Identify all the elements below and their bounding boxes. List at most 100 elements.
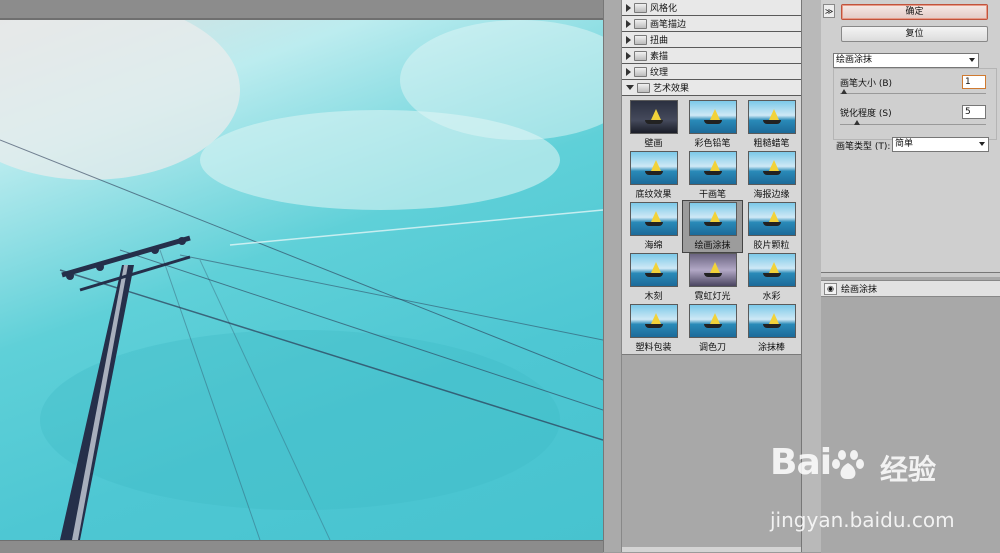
effect-sponge[interactable]: 海绵 [624,201,683,252]
effect-watercolor[interactable]: 水彩 [742,252,801,303]
filter-settings-panel: ≫ 确定 复位 绘画涂抹 画笔大小 (B) 1 锐化程度 (S) 5 画笔类型 … [821,0,1000,272]
preview-bottom-bar [0,540,603,553]
brush-size-slider[interactable] [840,93,986,94]
category-label: 素描 [650,52,669,62]
effect-preview-image [688,202,737,236]
effect-preview-image [747,253,796,287]
effect-label: 木刻 [644,292,663,302]
category-stylize[interactable]: 风格化 [622,0,802,16]
effect-preview-image [747,202,796,236]
brush-type-select[interactable]: 简单 [892,137,989,152]
filter-select[interactable]: 绘画涂抹 [833,53,979,68]
effect-preview-image [688,253,737,287]
category-label: 风格化 [650,4,678,14]
category-artistic[interactable]: 艺术效果 [622,80,802,96]
filter-select-value: 绘画涂抹 [836,55,873,65]
effect-palette-knife[interactable]: 调色刀 [683,303,742,354]
effect-label: 壁画 [644,139,663,149]
effect-label: 水彩 [762,292,781,302]
effect-preview-image [629,151,678,185]
dropdown-arrow-icon [979,142,985,146]
effect-fresco[interactable]: 壁画 [624,99,683,150]
effect-thumbnails: 壁画 彩色铅笔 粗糙蜡笔 底纹效果 干画笔 海报边缘 海绵 绘画涂抹 胶片颗粒 … [622,96,802,355]
effect-preview-image [629,304,678,338]
brush-size-label: 画笔大小 (B) [840,79,893,89]
effect-label: 粗糙蜡笔 [753,139,790,149]
category-label: 艺术效果 [653,84,690,94]
category-distort[interactable]: 扭曲 [622,32,802,48]
effect-paint-daubs[interactable]: 绘画涂抹 [682,200,743,253]
sharpness-input[interactable]: 5 [962,105,986,119]
eye-icon[interactable]: ◉ [824,282,837,295]
effect-dry-brush[interactable]: 干画笔 [683,150,742,201]
preview-image [0,20,603,540]
reset-button[interactable]: 复位 [841,26,988,42]
effect-label: 塑料包装 [635,343,672,353]
folder-icon [634,2,647,13]
effect-plastic-wrap[interactable]: 塑料包装 [624,303,683,354]
effect-rough-pastels[interactable]: 粗糙蜡笔 [742,99,801,150]
expand-arrow-icon [626,51,631,60]
watermark-brand: Bai [770,442,832,483]
effect-label: 霓虹灯光 [694,292,731,302]
ok-button[interactable]: 确定 [841,4,988,20]
double-chevron-icon: ≫ [824,6,834,16]
category-brush-strokes[interactable]: 画笔描边 [622,16,802,32]
category-texture[interactable]: 纹理 [622,64,802,80]
effect-underpainting[interactable]: 底纹效果 [624,150,683,201]
brush-type-value: 简单 [895,139,914,149]
watermark-brand-cn: 经验 [880,453,937,486]
expand-arrow-icon [626,3,631,12]
effect-label: 彩色铅笔 [694,139,731,149]
filter-parameters: 画笔大小 (B) 1 锐化程度 (S) 5 [833,68,997,140]
watermark-url: jingyan.baidu.com [770,508,955,532]
folder-icon [634,34,647,45]
effect-label: 胶片颗粒 [753,241,790,251]
effect-label: 调色刀 [698,343,726,353]
collapse-arrow-icon [626,85,634,90]
effect-label: 绘画涂抹 [694,241,731,251]
expand-arrow-icon [626,19,631,28]
folder-open-icon [637,82,650,93]
sharpness-label: 锐化程度 (S) [840,109,892,119]
effect-neon-glow[interactable]: 霓虹灯光 [683,252,742,303]
baidu-jingyan-watermark: Bai 经验 jingyan.baidu.com [770,442,1000,542]
effect-smudge-stick[interactable]: 涂抹棒 [742,303,801,354]
effect-preview-image [688,151,737,185]
effect-label: 底纹效果 [635,190,672,200]
layers-header [821,273,1000,277]
effect-label: 海绵 [644,241,663,251]
effect-preview-image [629,202,678,236]
folder-icon [634,66,647,77]
collapse-gallery-button[interactable]: ≫ [823,4,835,18]
expand-arrow-icon [626,35,631,44]
effect-film-grain[interactable]: 胶片颗粒 [742,201,801,252]
brush-size-slider-knob[interactable] [841,89,847,94]
effect-preview-image [747,304,796,338]
effect-colored-pencil[interactable]: 彩色铅笔 [683,99,742,150]
effect-label: 涂抹棒 [757,343,785,353]
effect-layer-row[interactable]: ◉ 绘画涂抹 [821,280,1000,297]
dropdown-arrow-icon [969,58,975,62]
effect-preview-image [747,100,796,134]
category-sketch[interactable]: 素描 [622,48,802,64]
effect-cutout[interactable]: 木刻 [624,252,683,303]
effect-preview-image [629,100,678,134]
brush-size-input[interactable]: 1 [962,75,986,89]
folder-icon [634,50,647,61]
preview-canvas[interactable] [0,20,603,540]
effect-poster-edges[interactable]: 海报边缘 [742,150,801,201]
sharpness-slider[interactable] [840,124,986,125]
effect-label: 海报边缘 [753,190,790,200]
category-label: 画笔描边 [650,20,687,30]
brush-type-label: 画笔类型 (T): [836,142,891,152]
folder-icon [634,18,647,29]
paw-icon [832,450,864,480]
effect-label: 干画笔 [698,190,726,200]
effect-preview-image [688,100,737,134]
effect-preview-image [629,253,678,287]
panel-separator [603,0,622,552]
sharpness-slider-knob[interactable] [854,120,860,125]
effect-layer-label: 绘画涂抹 [841,285,878,295]
effect-preview-image [747,151,796,185]
